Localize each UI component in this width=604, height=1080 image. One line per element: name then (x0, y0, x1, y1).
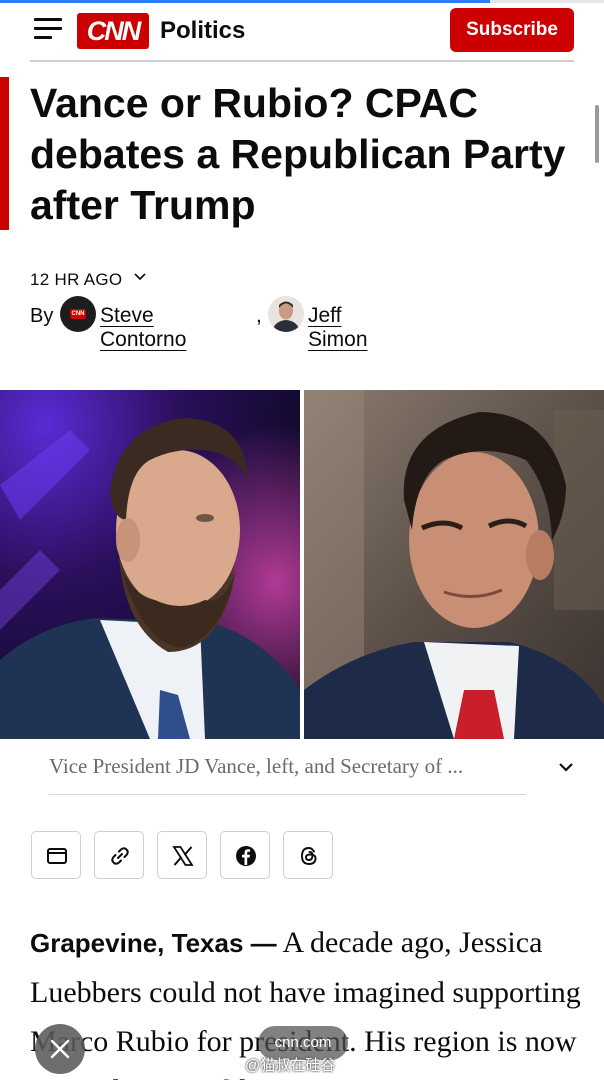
close-overlay-button[interactable] (35, 1024, 85, 1074)
share-x-button[interactable] (157, 831, 207, 879)
share-threads-button[interactable] (283, 831, 333, 879)
share-email-button[interactable] (31, 831, 81, 879)
link-icon (111, 847, 129, 865)
site-header: CNN Politics Subscribe (0, 4, 604, 60)
scrollbar-thumb[interactable] (595, 105, 599, 163)
headline-accent-bar (0, 77, 9, 230)
hero-image[interactable] (0, 390, 604, 739)
cnn-mini-logo-icon: CNN (70, 309, 86, 319)
close-icon (50, 1039, 70, 1059)
watermark: @猫叔在硅谷 (245, 1057, 336, 1074)
subscribe-button[interactable]: Subscribe (450, 8, 574, 52)
facebook-icon (236, 846, 256, 866)
section-title[interactable]: Politics (160, 17, 245, 45)
threads-icon (301, 847, 317, 865)
vance-photo (0, 390, 300, 739)
article-headline: Vance or Rubio? CPAC debates a Republica… (30, 80, 566, 228)
chevron-down-icon[interactable] (133, 270, 147, 284)
reading-progress-track (0, 0, 604, 3)
byline-prefix: By (30, 305, 54, 327)
expand-caption-chevron-icon[interactable] (556, 760, 576, 776)
menu-icon[interactable] (34, 18, 62, 40)
author-separator: , (256, 304, 262, 327)
author-link-steve-contorno[interactable]: Steve Contorno (100, 304, 186, 352)
mail-icon (47, 848, 67, 864)
header-divider (30, 60, 574, 62)
share-facebook-button[interactable] (220, 831, 270, 879)
rubio-photo (304, 390, 604, 739)
article-dateline: Grapevine, Texas — (30, 928, 277, 958)
caption-divider (49, 794, 526, 795)
reading-progress-fill (0, 0, 490, 3)
author-avatar-jeff-simon[interactable] (268, 296, 304, 332)
share-copy-link-button[interactable] (94, 831, 144, 879)
image-caption[interactable]: Vice President JD Vance, left, and Secre… (49, 754, 529, 779)
author-link-jeff-simon[interactable]: Jeff Simon (308, 304, 368, 352)
author-avatar-cnn[interactable]: CNN (60, 296, 96, 332)
article-timestamp[interactable]: 12 HR AGO (30, 270, 122, 290)
x-icon (172, 846, 194, 866)
person-avatar-icon (268, 296, 304, 332)
cnn-logo[interactable]: CNN (77, 13, 149, 49)
